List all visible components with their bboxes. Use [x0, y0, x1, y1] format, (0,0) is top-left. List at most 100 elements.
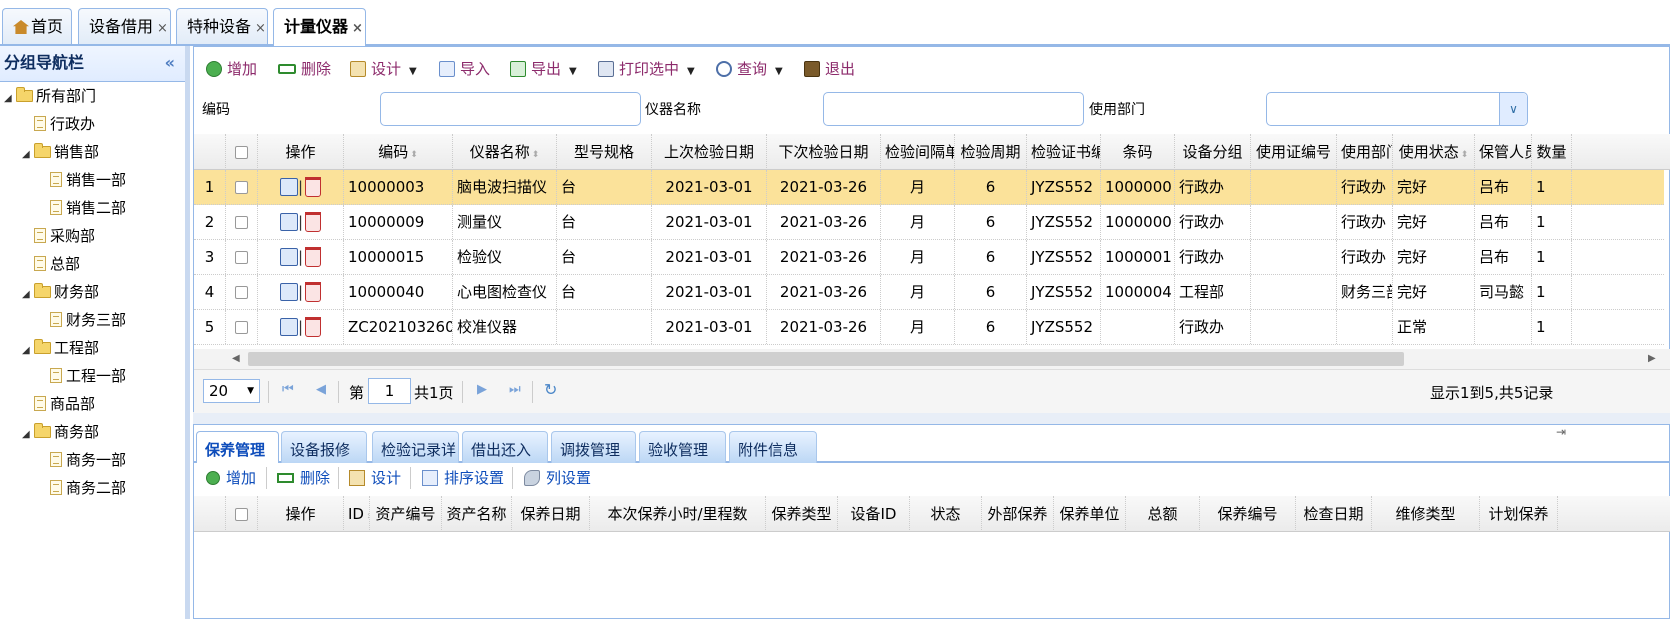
close-icon[interactable]: ×: [352, 21, 363, 36]
sort-icon[interactable]: ⬍: [532, 150, 540, 160]
detail-tab[interactable]: 设备报修: [281, 431, 367, 463]
query-button[interactable]: 查询 ▼: [716, 56, 783, 82]
edit-icon[interactable]: [279, 318, 298, 336]
trash-icon[interactable]: [305, 317, 322, 337]
grid-column-header[interactable]: 型号规格: [557, 134, 652, 170]
detail-tab[interactable]: 借出还入: [462, 431, 548, 463]
detail-tab[interactable]: 检验记录详: [372, 431, 459, 463]
edit-icon[interactable]: [279, 213, 298, 231]
tree-node[interactable]: ◢ 商务部: [22, 418, 99, 446]
maintenance-column-header[interactable]: 检查日期: [1296, 496, 1372, 532]
trash-icon[interactable]: [305, 212, 322, 232]
last-page-icon[interactable]: ⏭: [509, 382, 521, 397]
tree-expand-icon[interactable]: ◢: [4, 85, 16, 113]
row-checkbox[interactable]: [235, 286, 248, 299]
trash-icon[interactable]: [305, 177, 322, 197]
trash-icon[interactable]: [305, 247, 322, 267]
first-page-icon[interactable]: ⏮: [282, 382, 294, 397]
close-icon[interactable]: ×: [255, 21, 266, 36]
grid-column-header[interactable]: 使用证编号: [1251, 134, 1337, 170]
maintenance-column-header[interactable]: 本次保养小时/里程数: [590, 496, 766, 532]
maintenance-column-header[interactable]: 操作: [258, 496, 344, 532]
scroll-left-icon[interactable]: ◀: [232, 353, 240, 364]
grid-column-header[interactable]: 检验周期: [955, 134, 1027, 170]
edit-icon[interactable]: [279, 178, 298, 196]
maintenance-column-header[interactable]: 资产编号: [370, 496, 442, 532]
tree-node[interactable]: ◢ 销售部: [22, 138, 99, 166]
tree-node[interactable]: ◢ 财务部: [22, 278, 99, 306]
add-button[interactable]: 增加: [206, 56, 257, 82]
grid-column-header[interactable]: 操作: [258, 134, 344, 170]
horizontal-scrollbar[interactable]: ◀ ▶: [194, 349, 1670, 369]
next-page-icon[interactable]: ▶: [477, 382, 487, 397]
grid-column-header[interactable]: 设备分组: [1175, 134, 1251, 170]
grid-column-header[interactable]: 仪器名称 ⬍: [453, 134, 557, 170]
grid-column-header[interactable]: 下次检验日期: [767, 134, 881, 170]
tree-node[interactable]: 采购部: [22, 222, 95, 250]
tree-node[interactable]: 商务一部: [38, 446, 126, 474]
maintenance-column-header[interactable]: 维修类型: [1372, 496, 1480, 532]
tree-node[interactable]: ◢ 所有部门: [4, 82, 96, 110]
page-size-select[interactable]: 20 ▼: [203, 379, 260, 403]
trash-icon[interactable]: [305, 282, 322, 302]
refresh-icon[interactable]: ↻: [544, 380, 557, 399]
dept-search-select[interactable]: ∨: [1266, 92, 1528, 126]
tree-expand-icon[interactable]: ◢: [22, 337, 34, 365]
edit-icon[interactable]: [279, 283, 298, 301]
select-all-checkbox[interactable]: [235, 146, 248, 159]
maintenance-column-header[interactable]: 计划保养: [1480, 496, 1558, 532]
sort-icon[interactable]: ⬍: [1461, 150, 1469, 160]
tab-equipment-borrow[interactable]: 设备借用 ×: [78, 8, 171, 44]
detail-add-button[interactable]: 增加: [206, 465, 256, 491]
grid-column-header[interactable]: 使用部门: [1337, 134, 1393, 170]
tree-node[interactable]: 商品部: [22, 390, 95, 418]
maintenance-column-header[interactable]: 保养日期: [512, 496, 590, 532]
tab-special-equipment[interactable]: 特种设备 ×: [176, 8, 268, 44]
tree-node[interactable]: 工程一部: [38, 362, 126, 390]
maintenance-column-header[interactable]: 总额: [1126, 496, 1200, 532]
column-settings-button[interactable]: 列设置: [524, 465, 591, 491]
tree-node[interactable]: 行政办: [22, 110, 95, 138]
tree-node[interactable]: ◢ 工程部: [22, 334, 99, 362]
tree-expand-icon[interactable]: ◢: [22, 421, 34, 449]
export-button[interactable]: 导出 ▼: [510, 56, 577, 82]
maintenance-column-header[interactable]: 状态: [910, 496, 982, 532]
tree-node[interactable]: 商务二部: [38, 474, 126, 502]
scroll-right-icon[interactable]: ▶: [1648, 353, 1656, 364]
detail-tab[interactable]: 调拨管理: [551, 431, 636, 463]
close-icon[interactable]: ×: [157, 21, 168, 36]
select-all-checkbox[interactable]: [235, 508, 248, 521]
chevron-down-icon[interactable]: ∨: [1499, 93, 1527, 125]
tab-scroll-icon[interactable]: ⇥: [1556, 425, 1566, 439]
tree-expand-icon[interactable]: ◢: [22, 281, 34, 309]
tree-expand-icon[interactable]: ◢: [22, 141, 34, 169]
collapse-icon[interactable]: «: [165, 46, 175, 80]
table-row[interactable]: 1 | 10000003 脑电波扫描仪台 2021-03-01 2021-03-26 月 6 J…: [194, 170, 1664, 205]
import-button[interactable]: 导入: [439, 56, 490, 82]
table-row[interactable]: 2 | 10000009 测量仪台 2021-03-01 2021-03-26 月 6 JYZS…: [194, 205, 1664, 240]
table-row[interactable]: 5 | ZC20210326000校准仪器 2021-03-012021-03-26月…: [194, 310, 1664, 345]
sort-settings-button[interactable]: 排序设置: [422, 465, 504, 491]
detail-design-button[interactable]: 设计: [349, 465, 401, 491]
maintenance-column-header[interactable]: 保养编号: [1200, 496, 1296, 532]
maintenance-column-header[interactable]: 保养单位: [1054, 496, 1126, 532]
maintenance-column-header[interactable]: ID⬍: [344, 496, 370, 532]
grid-column-header[interactable]: 检验间隔单: [881, 134, 955, 170]
grid-column-header[interactable]: 检验证书编: [1027, 134, 1101, 170]
maintenance-column-header[interactable]: 保养类型: [766, 496, 838, 532]
detail-tab[interactable]: 保养管理: [196, 431, 279, 463]
code-search-input[interactable]: [380, 92, 641, 126]
row-checkbox[interactable]: [235, 251, 248, 264]
detail-delete-button[interactable]: 删除: [277, 465, 330, 491]
detail-tab[interactable]: 附件信息: [729, 431, 817, 463]
grid-column-header[interactable]: 使用状态 ⬍: [1393, 134, 1475, 170]
print-selected-button[interactable]: 打印选中 ▼: [598, 56, 695, 82]
edit-icon[interactable]: [279, 248, 298, 266]
scrollbar-thumb[interactable]: [248, 352, 1404, 366]
sort-icon[interactable]: ⬍: [410, 150, 418, 160]
detail-tab[interactable]: 验收管理: [639, 431, 726, 463]
design-button[interactable]: 设计 ▼: [350, 56, 417, 82]
delete-button[interactable]: 删除: [278, 56, 331, 82]
tree-node[interactable]: 财务三部: [38, 306, 126, 334]
exit-button[interactable]: 退出: [804, 56, 855, 82]
